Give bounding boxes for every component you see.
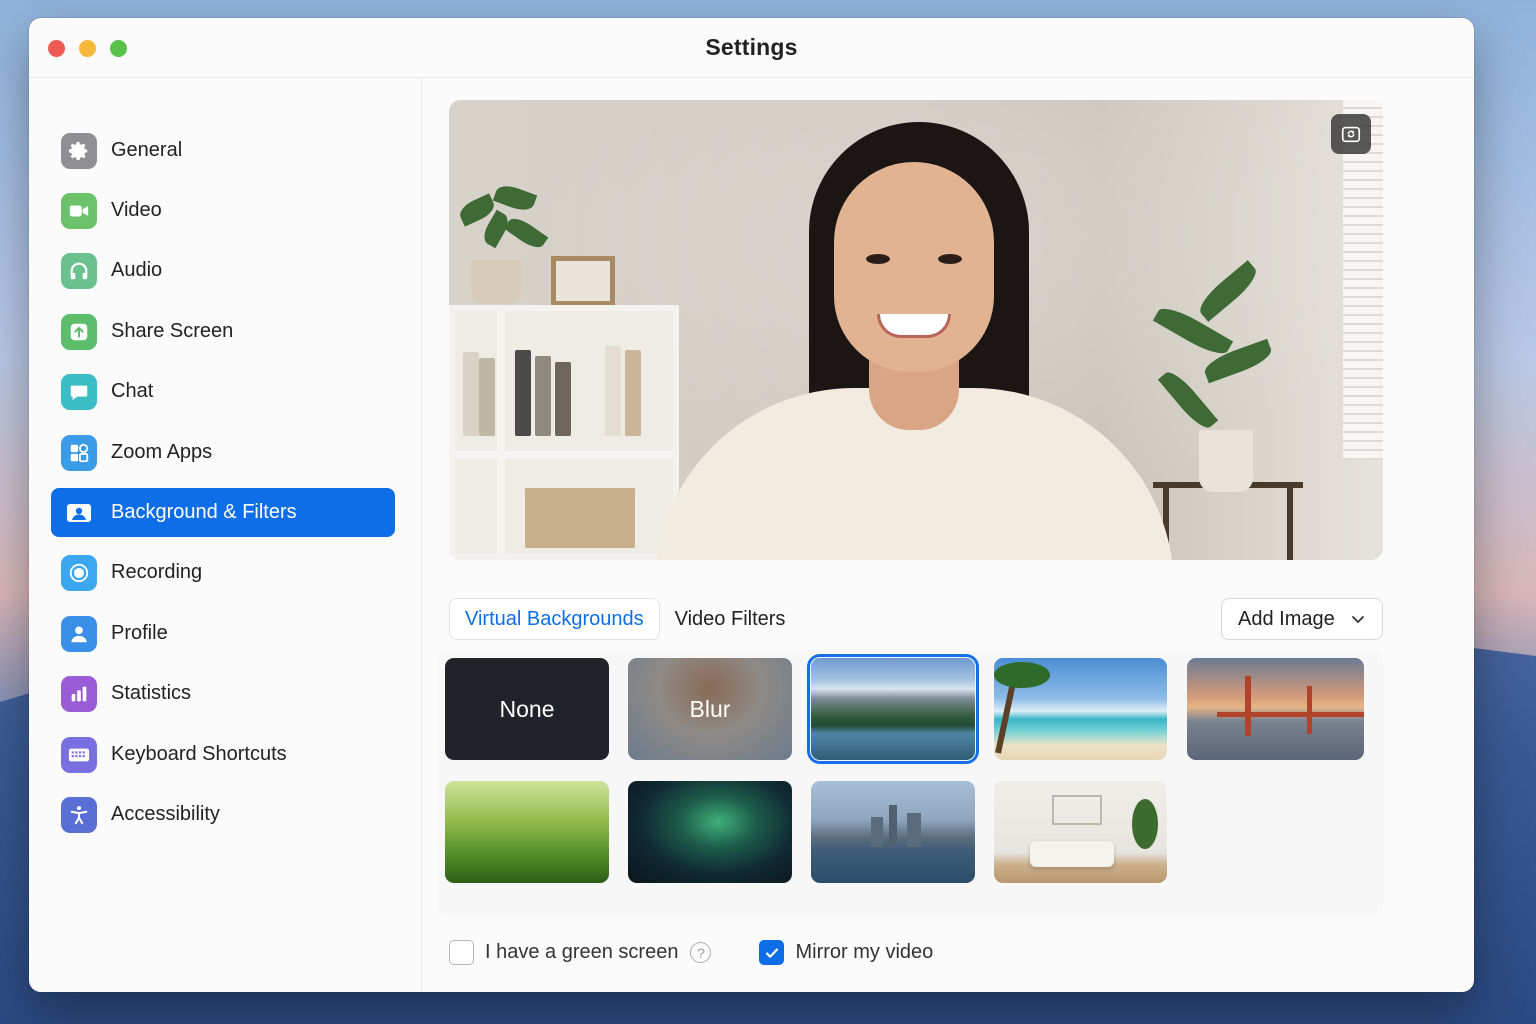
sidebar-item-general[interactable]: General bbox=[51, 126, 395, 175]
background-option-blur[interactable]: Blur bbox=[628, 658, 792, 760]
background-option-mountain-lake[interactable] bbox=[807, 654, 979, 764]
background-option-living-room[interactable] bbox=[994, 781, 1167, 883]
background-option-city-skyline[interactable] bbox=[811, 781, 975, 883]
sidebar-item-zoom-apps[interactable]: Zoom Apps bbox=[51, 428, 395, 477]
sidebar-item-label: Background & Filters bbox=[111, 501, 297, 523]
sidebar-item-chat[interactable]: Chat bbox=[51, 367, 395, 416]
sidebar-item-share-screen[interactable]: Share Screen bbox=[51, 307, 395, 356]
mirror-video-checkbox[interactable] bbox=[759, 940, 785, 965]
sidebar-item-audio[interactable]: Audio bbox=[51, 246, 395, 295]
background-option-grass[interactable] bbox=[445, 781, 609, 883]
background-option-none[interactable]: None bbox=[445, 658, 609, 760]
record-icon bbox=[61, 554, 97, 591]
zoom-window-button[interactable] bbox=[110, 40, 127, 57]
settings-sidebar: General Video Audio Share Screen Chat Zo… bbox=[29, 78, 422, 992]
background-gallery: None Blur bbox=[437, 650, 1383, 916]
share-screen-icon bbox=[61, 313, 97, 350]
green-screen-label: I have a green screen bbox=[485, 941, 679, 963]
sidebar-item-accessibility[interactable]: Accessibility bbox=[51, 790, 395, 839]
wall-picture-frame bbox=[551, 256, 615, 306]
switch-camera-button[interactable] bbox=[1331, 114, 1371, 154]
sidebar-item-video[interactable]: Video bbox=[51, 186, 395, 235]
accessibility-icon bbox=[61, 796, 97, 833]
sidebar-item-label: Audio bbox=[111, 259, 163, 281]
background-option-golden-gate-bridge[interactable] bbox=[1187, 658, 1364, 760]
checkmark-icon bbox=[765, 947, 779, 958]
video-camera-icon bbox=[61, 192, 97, 229]
camera-preview bbox=[449, 100, 1383, 560]
sidebar-item-label: Zoom Apps bbox=[111, 441, 213, 463]
gear-icon bbox=[61, 132, 97, 169]
sidebar-item-label: Chat bbox=[111, 380, 154, 402]
sidebar-item-label: Share Screen bbox=[111, 320, 234, 342]
settings-window: Settings General Video Audio Share Scree… bbox=[29, 18, 1474, 992]
bookshelf bbox=[449, 305, 679, 560]
green-screen-checkbox[interactable] bbox=[449, 940, 474, 965]
sidebar-item-label: Accessibility bbox=[111, 803, 220, 825]
tab-video-filters[interactable]: Video Filters bbox=[660, 598, 801, 640]
keyboard-icon bbox=[61, 736, 97, 773]
close-window-button[interactable] bbox=[48, 40, 65, 57]
background-filters-panel: Virtual Backgrounds Video Filters Add Im… bbox=[423, 78, 1474, 992]
sidebar-item-label: Statistics bbox=[111, 682, 192, 704]
sidebar-item-recording[interactable]: Recording bbox=[51, 548, 395, 597]
background-options: I have a green screen ? Mirror my video bbox=[449, 940, 933, 965]
sidebar-item-label: Keyboard Shortcuts bbox=[111, 743, 287, 765]
add-image-label: Add Image bbox=[1238, 607, 1335, 630]
sidebar-item-label: General bbox=[111, 139, 183, 161]
background-icon bbox=[61, 495, 97, 531]
background-option-label: None bbox=[499, 695, 555, 722]
background-option-aurora[interactable] bbox=[628, 781, 792, 883]
apps-grid-icon bbox=[61, 434, 97, 471]
mirror-video-label: Mirror my video bbox=[795, 941, 934, 963]
person-face bbox=[834, 162, 994, 372]
window-blinds bbox=[1343, 100, 1383, 460]
headphones-icon bbox=[61, 252, 97, 289]
tab-virtual-backgrounds[interactable]: Virtual Backgrounds bbox=[449, 598, 660, 640]
sidebar-item-keyboard-shortcuts[interactable]: Keyboard Shortcuts bbox=[51, 730, 395, 779]
minimize-window-button[interactable] bbox=[79, 40, 96, 57]
sidebar-item-label: Recording bbox=[111, 561, 203, 583]
sidebar-item-statistics[interactable]: Statistics bbox=[51, 669, 395, 718]
help-icon[interactable]: ? bbox=[690, 942, 712, 963]
sidebar-item-label: Video bbox=[111, 199, 162, 221]
chevron-down-icon bbox=[1352, 616, 1364, 624]
plant-pot bbox=[471, 260, 521, 304]
switch-camera-icon bbox=[1341, 126, 1361, 143]
window-title: Settings bbox=[705, 34, 798, 60]
background-option-label: Blur bbox=[689, 695, 731, 722]
chat-bubble-icon bbox=[61, 373, 97, 410]
bar-chart-icon bbox=[61, 675, 97, 712]
add-image-dropdown[interactable]: Add Image bbox=[1221, 598, 1383, 640]
background-option-tropical-beach[interactable] bbox=[994, 658, 1167, 760]
sidebar-item-profile[interactable]: Profile bbox=[51, 609, 395, 658]
person-icon bbox=[61, 615, 97, 652]
background-tabs: Virtual Backgrounds Video Filters bbox=[449, 598, 800, 640]
sidebar-item-label: Profile bbox=[111, 622, 168, 644]
window-controls bbox=[48, 40, 127, 57]
side-table bbox=[1153, 482, 1303, 560]
title-bar: Settings bbox=[29, 18, 1474, 78]
sidebar-item-background-filters[interactable]: Background & Filters bbox=[51, 488, 395, 537]
